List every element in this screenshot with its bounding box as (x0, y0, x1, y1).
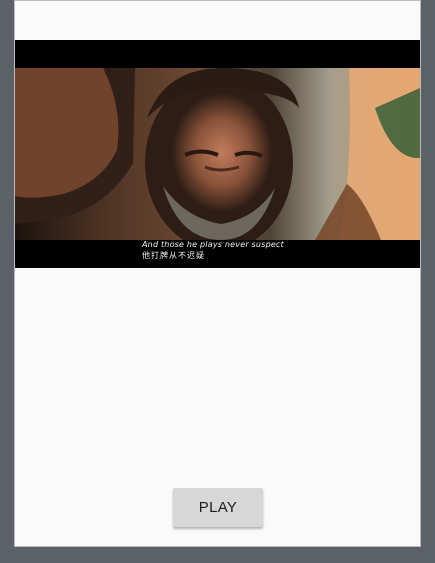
subtitle-line-english: And those he plays never suspect (142, 240, 284, 249)
video-player[interactable]: And those he plays never suspect 他打牌从不迟疑 (15, 40, 420, 268)
subtitle-overlay: And those he plays never suspect 他打牌从不迟疑 (142, 239, 284, 261)
subtitle-line-chinese: 他打牌从不迟疑 (142, 251, 205, 260)
video-still-image (15, 68, 420, 240)
play-button[interactable]: PLAY (173, 488, 263, 527)
app-screen: And those he plays never suspect 他打牌从不迟疑… (14, 0, 421, 547)
device-frame: And those he plays never suspect 他打牌从不迟疑… (0, 0, 435, 563)
video-frame (15, 68, 420, 240)
